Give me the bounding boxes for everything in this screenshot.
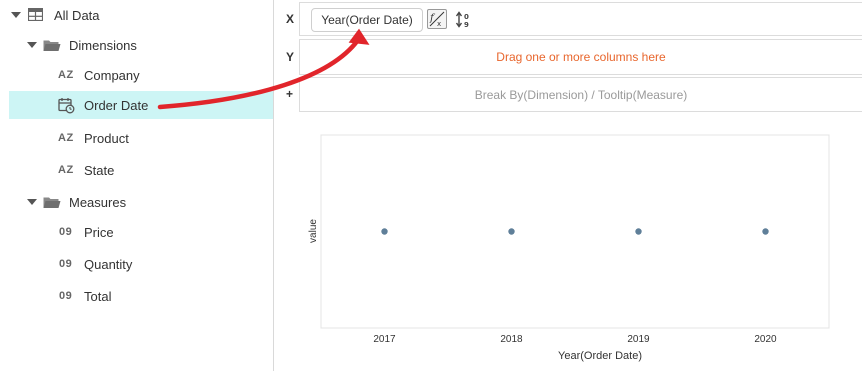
field-label: Total — [84, 288, 112, 304]
number-type-icon: 09 — [59, 290, 73, 302]
data-point[interactable] — [381, 228, 388, 235]
x-tick-label: 2018 — [500, 334, 523, 345]
tree-folder-dimensions[interactable]: Dimensions — [0, 31, 273, 59]
x-shelf-label: X — [286, 12, 295, 26]
x-tick-label: 2017 — [373, 334, 396, 345]
sort-icon[interactable]: 0 9 — [455, 10, 473, 30]
field-label: Price — [84, 224, 114, 240]
string-type-icon: AZ — [58, 164, 74, 176]
y-shelf-placeholder: Drag one or more columns here — [496, 50, 666, 64]
calendar-date-icon — [58, 98, 75, 114]
expand-triangle-icon[interactable] — [27, 199, 37, 205]
tree-folder-label: Measures — [69, 194, 127, 210]
tree-field-product[interactable]: AZ Product — [0, 124, 273, 152]
svg-text:9: 9 — [464, 21, 469, 29]
x-axis-label: Year(Order Date) — [558, 350, 642, 362]
folder-icon — [43, 40, 61, 51]
svg-text:f: f — [429, 13, 436, 24]
x-axis-shelf[interactable]: Year(Order Date) f x 0 9 — [299, 2, 862, 36]
field-label: Quantity — [84, 256, 133, 272]
number-type-icon: 09 — [59, 226, 73, 238]
table-grid-icon — [28, 8, 43, 21]
breakby-shelf-placeholder: Break By(Dimension) / Tooltip(Measure) — [474, 87, 688, 102]
function-edit-icon[interactable]: f x — [427, 9, 447, 29]
data-point[interactable] — [508, 228, 515, 235]
plot-area — [320, 134, 830, 329]
pill-label: Year(Order Date) — [321, 13, 413, 27]
svg-text:0: 0 — [464, 13, 469, 21]
tree-folder-measures[interactable]: Measures — [0, 188, 273, 216]
data-point[interactable] — [635, 228, 642, 235]
scatter-chart: 2017 2018 2019 2020 value Year(Order Date) — [308, 134, 830, 362]
field-label: Order Date — [84, 97, 149, 113]
tree-field-order-date[interactable]: Order Date — [9, 91, 273, 119]
x-field-pill[interactable]: Year(Order Date) — [311, 8, 423, 32]
expand-triangle-icon[interactable] — [11, 12, 21, 18]
expand-triangle-icon[interactable] — [27, 42, 37, 48]
tree-root-label: All Data — [54, 7, 100, 23]
field-label: Company — [84, 67, 140, 83]
data-tree-panel: All Data Dimensions AZ Company Order Dat… — [0, 0, 274, 371]
folder-icon — [43, 197, 61, 208]
tree-field-company[interactable]: AZ Company — [0, 61, 273, 89]
tree-folder-label: Dimensions — [69, 37, 137, 53]
tree-field-quantity[interactable]: 09 Quantity — [0, 250, 273, 278]
tree-field-state[interactable]: AZ State — [0, 156, 273, 184]
y-axis-label: value — [308, 219, 319, 243]
field-label: State — [84, 162, 115, 178]
field-label: Product — [84, 130, 129, 146]
y-axis-shelf[interactable]: Drag one or more columns here — [299, 39, 862, 75]
data-point[interactable] — [762, 228, 769, 235]
x-tick-label: 2020 — [754, 334, 777, 345]
tree-root-all-data[interactable]: All Data — [0, 1, 273, 29]
breakby-tooltip-shelf[interactable]: Break By(Dimension) / Tooltip(Measure) — [299, 77, 862, 112]
string-type-icon: AZ — [58, 132, 74, 144]
number-type-icon: 09 — [59, 258, 73, 270]
breakby-shelf-label: + — [286, 87, 294, 101]
tree-field-total[interactable]: 09 Total — [0, 282, 273, 310]
tree-field-price[interactable]: 09 Price — [0, 218, 273, 246]
svg-text:x: x — [437, 20, 441, 28]
string-type-icon: AZ — [58, 69, 74, 81]
x-tick-label: 2019 — [627, 334, 650, 345]
y-shelf-label: Y — [286, 50, 295, 64]
